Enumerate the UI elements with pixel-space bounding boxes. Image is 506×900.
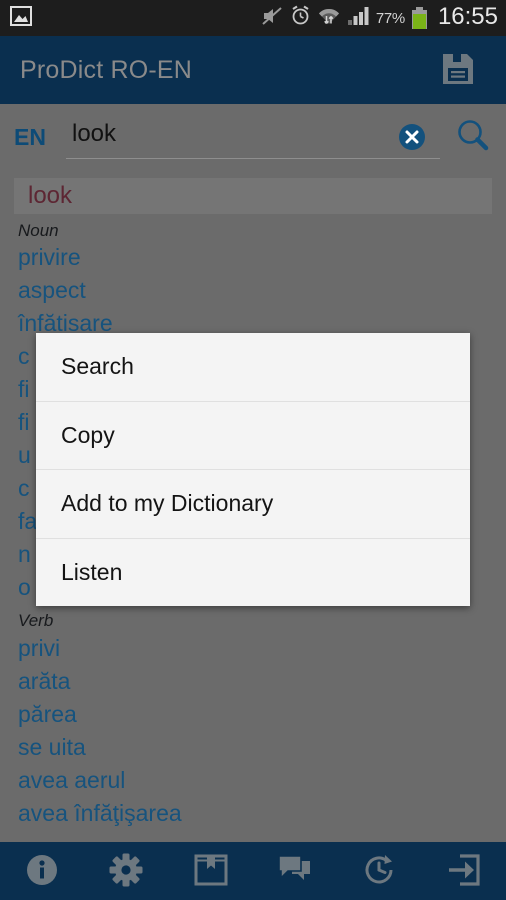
dialog-items: Search Copy Add to my Dictionary Listen <box>36 333 470 606</box>
bottom-button-dictionary[interactable] <box>169 842 253 900</box>
bottom-navigation-bar <box>0 842 506 900</box>
bottom-button-phrases[interactable] <box>253 842 337 900</box>
context-menu-dialog: Search Copy Add to my Dictionary Listen <box>36 333 470 606</box>
app-screen: 77% 16:55 ProDict RO-EN EN look look Nou… <box>0 0 506 900</box>
dialog-item-listen[interactable]: Listen <box>36 538 470 606</box>
info-icon <box>24 852 60 891</box>
bottom-button-exit[interactable] <box>422 842 506 900</box>
dialog-item-search[interactable]: Search <box>36 333 470 402</box>
bottom-button-settings[interactable] <box>84 842 168 900</box>
exit-arrow-icon <box>446 852 482 891</box>
bottom-button-history[interactable] <box>337 842 421 900</box>
dialog-item-add-to-my-dictionary[interactable]: Add to my Dictionary <box>36 470 470 539</box>
gear-icon <box>108 852 144 891</box>
history-clock-icon <box>361 852 397 891</box>
bottom-button-info[interactable] <box>0 842 84 900</box>
dialog-item-copy[interactable]: Copy <box>36 401 470 470</box>
chat-bubbles-icon <box>277 852 313 891</box>
book-bookmark-icon <box>193 852 229 891</box>
